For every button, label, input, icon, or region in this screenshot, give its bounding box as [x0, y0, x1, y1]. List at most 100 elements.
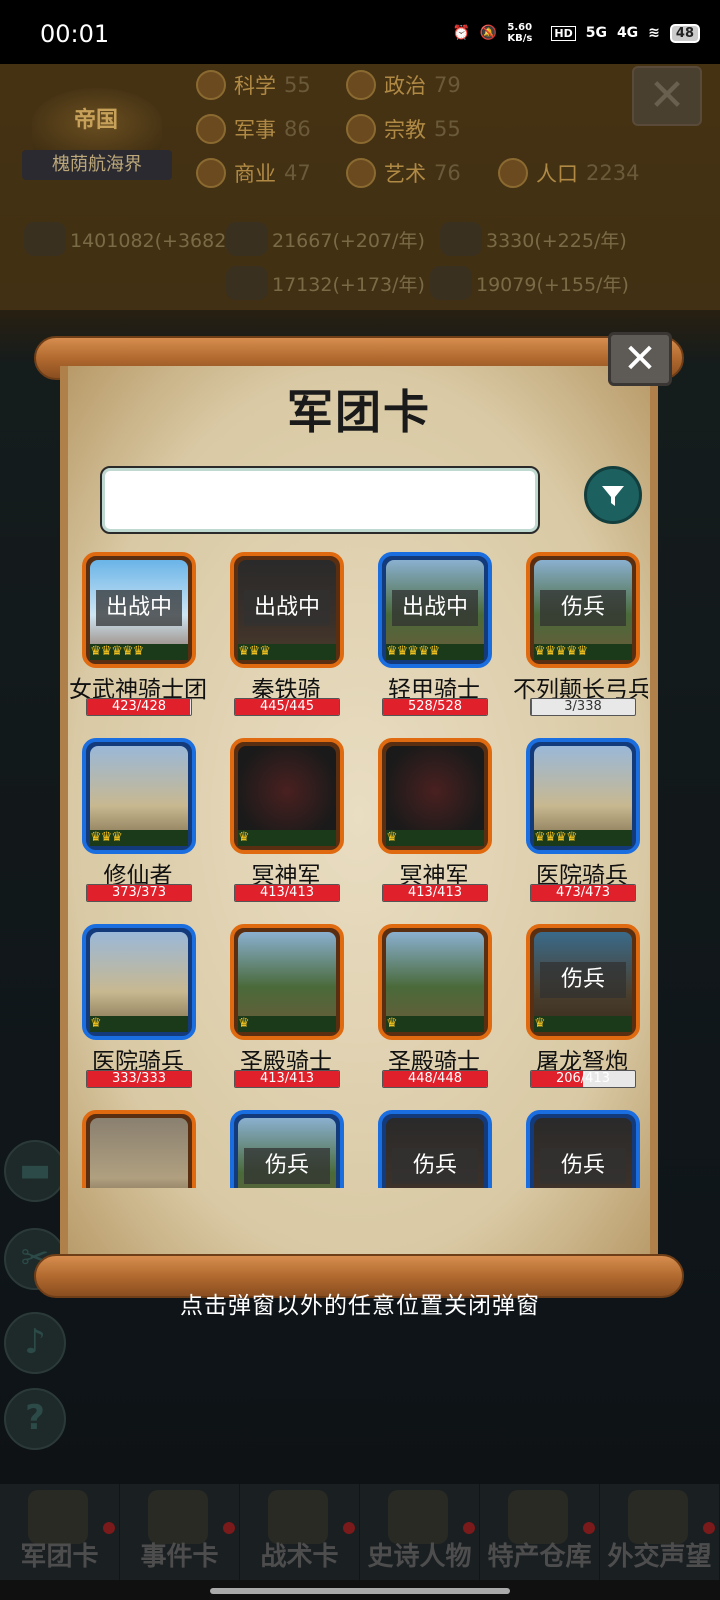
card-frame: ♛ [230, 924, 344, 1040]
nav-item-letter[interactable]: 外交声望 [600, 1484, 720, 1580]
card-frame: 伤兵 [230, 1110, 344, 1188]
art-icon [346, 158, 376, 188]
stat-science: 科学 55 [196, 66, 311, 104]
wifi-icon: ≋ [648, 25, 660, 41]
nav-label: 事件卡 [140, 1542, 219, 1572]
card-status-badge: 伤兵 [540, 1148, 626, 1184]
search-input[interactable] [100, 466, 540, 534]
hp-text: 528/528 [407, 699, 462, 714]
alarm-icon: ⏰ [452, 25, 470, 41]
status-time: 00:01 [40, 20, 110, 48]
population-icon [498, 158, 528, 188]
net-4g: 4G [616, 25, 639, 41]
hp-text: 413/413 [259, 1071, 314, 1086]
empire-label: 帝国 [73, 108, 118, 133]
net-speed: 5.60 KB/s [507, 22, 533, 44]
crown-rank-icons: ♛♛♛♛♛ [534, 644, 632, 660]
side-mute-button[interactable]: ♪ [4, 1312, 66, 1374]
empire-name: 槐荫航海界 [22, 150, 172, 180]
home-indicator[interactable] [210, 1588, 510, 1594]
notification-dot [703, 1522, 715, 1534]
gold-icon [24, 222, 66, 256]
crown-rank-icons: ♛ [238, 1016, 336, 1032]
hp-text: 423/428 [111, 699, 166, 714]
crown-rank-icons: ♛♛♛♛♛ [90, 644, 188, 660]
card-status-badge: 伤兵 [392, 1148, 478, 1184]
status-icons: ⏰ 🔕 5.60 KB/s HD 5G 4G ≋ 48 [452, 22, 700, 44]
hp-bar: 3/338 [530, 698, 636, 716]
crown-rank-icons: ♛ [534, 1016, 632, 1032]
crown-rank-icons: ♛ [386, 1016, 484, 1032]
hp-bar: 473/473 [530, 884, 636, 902]
politics-icon [346, 70, 376, 100]
science-icon [196, 70, 226, 100]
nav-item-tactics[interactable]: 战术卡 [240, 1484, 360, 1580]
card-frame: ♛♛♛ [82, 738, 196, 854]
card-frame: ♛ 伤兵 [526, 924, 640, 1040]
resource-food: 19079(+155/年) [430, 266, 629, 300]
status-bar: 00:01 ⏰ 🔕 5.60 KB/s HD 5G 4G ≋ 48 [0, 0, 720, 64]
nav-label: 特产仓库 [487, 1542, 592, 1572]
crown-rank-icons: ♛♛♛ [90, 830, 188, 846]
card-frame: ♛♛♛ 出战中 [230, 552, 344, 668]
religion-icon [346, 114, 376, 144]
hp-bar: 528/528 [382, 698, 488, 716]
hp-bar: 413/413 [234, 1070, 340, 1088]
card-frame [82, 1110, 196, 1188]
hp-bar: 413/413 [382, 884, 488, 902]
legion-card-modal: 军团卡 ✕ ♛♛♛♛♛ 出战中 女武神骑士团 423/428 ♛♛♛ 出战中 秦铁骑 445/… [34, 332, 684, 1298]
hp-text: 445/445 [259, 699, 314, 714]
hp-text: 373/373 [111, 885, 166, 900]
card-status-badge: 伤兵 [540, 590, 626, 626]
nav-item-crown[interactable]: 史诗人物 [360, 1484, 480, 1580]
battery-level: 48 [669, 23, 700, 43]
military-icon [196, 114, 226, 144]
card-frame: 伤兵 [526, 1110, 640, 1188]
filter-button[interactable] [584, 466, 642, 524]
card-frame: 伤兵 [378, 1110, 492, 1188]
crown-rank-icons: ♛ [90, 1016, 188, 1032]
stat-politics: 政治 79 [346, 66, 461, 104]
nav-item-helmet[interactable]: 军团卡 [0, 1484, 120, 1580]
card-status-badge: 出战中 [96, 590, 182, 626]
nav-item-chest[interactable]: 特产仓库 [480, 1484, 600, 1580]
notification-dot [463, 1522, 475, 1534]
crown-rank-icons: ♛♛♛♛♛ [386, 644, 484, 660]
card-frame: ♛♛♛♛ [526, 738, 640, 854]
resource-wood: 21667(+207/年) [226, 222, 425, 256]
hp-text: 3/338 [564, 699, 602, 714]
modal-title: 军团卡 [287, 385, 431, 439]
card-status-badge: 出战中 [244, 590, 330, 626]
stat-population: 人口 2234 [498, 154, 639, 192]
top-close-button[interactable]: ✕ [632, 66, 702, 126]
hd-icon: HD [551, 25, 576, 41]
notification-dot [583, 1522, 595, 1534]
hp-bar: 206/413 [530, 1070, 636, 1088]
modal-close-button[interactable]: ✕ [608, 332, 672, 386]
crown-rank-icons: ♛♛♛ [238, 644, 336, 660]
card-frame: ♛♛♛♛♛ 出战中 [82, 552, 196, 668]
crown-rank-icons: ♛ [386, 830, 484, 846]
filter-icon [602, 486, 624, 506]
stone-icon [226, 266, 268, 300]
stat-military: 军事 86 [196, 110, 311, 148]
side-help-button[interactable]: ? [4, 1388, 66, 1450]
stat-commerce: 商业 47 [196, 154, 311, 192]
nav-label: 战术卡 [260, 1542, 339, 1572]
card-frame: ♛ [82, 924, 196, 1040]
card-grid: ♛♛♛♛♛ 出战中 女武神骑士团 423/428 ♛♛♛ 出战中 秦铁骑 445/445 ♛♛♛… [68, 552, 648, 1188]
hp-text: 206/413 [555, 1071, 610, 1086]
unit-portrait [90, 1118, 188, 1188]
card-status-badge: 伤兵 [244, 1148, 330, 1184]
hp-text: 413/413 [407, 885, 462, 900]
card-frame: ♛ [378, 738, 492, 854]
hp-text: 413/413 [259, 885, 314, 900]
hp-bar: 448/448 [382, 1070, 488, 1088]
crown-rank-icons: ♛ [238, 830, 336, 846]
commerce-icon [196, 158, 226, 188]
mute-icon: 🔕 [479, 25, 498, 41]
nav-label: 史诗人物 [367, 1542, 472, 1572]
empire-emblem[interactable]: 帝国 槐荫航海界 [22, 80, 172, 186]
stat-art: 艺术 76 [346, 154, 461, 192]
nav-item-scroll[interactable]: 事件卡 [120, 1484, 240, 1580]
